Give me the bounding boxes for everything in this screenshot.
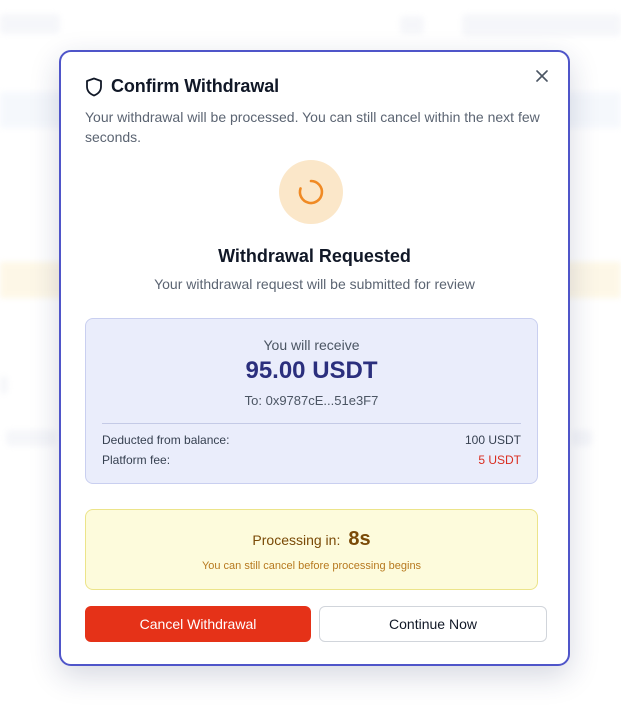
cancel-withdrawal-button[interactable]: Cancel Withdrawal — [85, 606, 311, 642]
receive-amount: 95.00 USDT — [245, 357, 378, 384]
status-title: Withdrawal Requested — [218, 246, 411, 266]
fee-value: 5 USDT — [478, 453, 521, 467]
close-icon — [536, 70, 548, 82]
shield-icon — [86, 77, 102, 96]
receive-label: You will receive — [263, 337, 360, 353]
status-subtitle: Your withdrawal request will be submitte… — [154, 276, 475, 292]
continue-now-button[interactable]: Continue Now — [319, 606, 547, 642]
withdrawal-summary: You will receive 95.00 USDT To: 0x9787cE… — [85, 318, 538, 484]
dialog-title: Confirm Withdrawal — [111, 76, 280, 96]
loading-spinner-icon — [298, 179, 324, 205]
destination-address: To: 0x9787cE...51e3F7 — [244, 393, 379, 408]
deducted-value: 100 USDT — [464, 433, 521, 447]
countdown-label: Processing in: — [252, 532, 341, 548]
dialog-description: Your withdrawal will be processed. You c… — [85, 109, 540, 145]
close-button[interactable] — [532, 66, 552, 86]
fee-row: Platform fee: 5 USDT — [102, 453, 521, 467]
deducted-label: Deducted from balance: — [102, 433, 230, 447]
divider — [102, 423, 521, 424]
countdown-value: 8s — [348, 528, 371, 550]
countdown-note: You can still cancel before processing b… — [201, 560, 422, 572]
status-spinner — [279, 160, 343, 224]
dialog-header: Confirm Withdrawal — [85, 76, 279, 97]
deducted-row: Deducted from balance: 100 USDT — [102, 433, 521, 447]
confirm-withdrawal-dialog: Confirm Withdrawal Your withdrawal will … — [59, 50, 570, 666]
fee-label: Platform fee: — [102, 453, 171, 467]
countdown-line: Processing in: 8s — [86, 528, 537, 551]
processing-countdown-box: Processing in: 8s You can still cancel b… — [85, 509, 538, 590]
